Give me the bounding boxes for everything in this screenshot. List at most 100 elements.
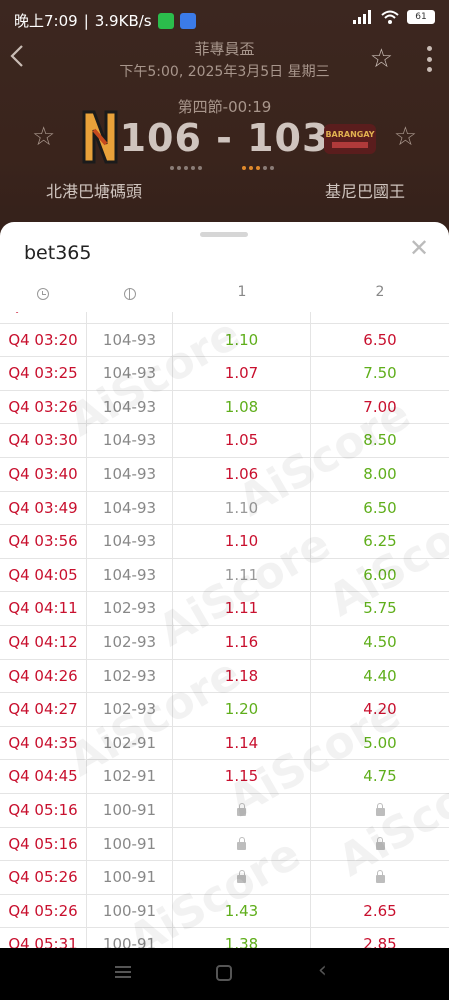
row-score: 100-91 <box>86 894 173 929</box>
more-options-icon[interactable] <box>425 46 433 72</box>
away-odds: 5.75 <box>363 599 397 618</box>
system-nav-bar: ‹ <box>0 948 449 1000</box>
row-time: Q4 04:26 <box>8 666 78 685</box>
lock-icon <box>173 861 311 895</box>
match-period: 第四節-00:19 <box>177 98 272 116</box>
row-score: 104-93 <box>86 390 173 425</box>
table-row[interactable]: Q4 04:12 102-93 1.16 4.50 <box>0 625 449 660</box>
table-row[interactable]: Q4 04:35 102-91 1.14 5.00 <box>0 726 449 761</box>
home-odds: 1.06 <box>173 457 311 492</box>
home-odds: 1.07 <box>173 312 311 324</box>
table-row[interactable]: Q4 03:30 104-93 1.05 8.50 <box>0 424 449 458</box>
row-score: 102-93 <box>86 625 173 660</box>
lock-icon <box>237 870 246 884</box>
row-time: Q4 04:27 <box>8 700 78 719</box>
away-odds: 6.00 <box>363 565 397 584</box>
table-row[interactable]: Q4 05:16 100-91 <box>0 827 449 862</box>
row-time: Q4 04:12 <box>8 632 78 651</box>
home-odds: 1.16 <box>173 625 311 660</box>
home-odds: 1.43 <box>173 894 311 929</box>
battery-icon: 61 <box>407 10 435 24</box>
signal-icon <box>353 10 371 24</box>
home-odds: 1.14 <box>173 726 311 761</box>
home-odds: 1.11 <box>173 558 311 593</box>
row-time: Q4 05:16 <box>8 800 78 819</box>
table-row[interactable]: Q4 04:27 102-93 1.20 4.20 <box>0 693 449 727</box>
league-title: 菲專員盃 <box>194 40 255 58</box>
away-odds: 8.50 <box>363 431 397 450</box>
lock-icon <box>375 836 385 850</box>
row-time: Q4 03:40 <box>8 464 78 483</box>
table-row[interactable]: Q4 03:25 104-93 1.07 7.50 <box>0 357 449 391</box>
basketball-icon <box>123 288 136 300</box>
away-odds: 4.75 <box>363 767 397 786</box>
lock-icon <box>311 828 449 862</box>
row-score: 102-91 <box>86 760 173 794</box>
home-team-name[interactable]: 北港巴塘碼頭 <box>46 178 142 202</box>
home-icon[interactable] <box>216 965 232 981</box>
away-odds: 6.50 <box>363 330 397 349</box>
lock-icon <box>237 802 246 816</box>
row-time: Q4 03:30 <box>8 431 78 450</box>
lock-icon <box>173 793 311 828</box>
table-row[interactable]: Q4 05:31 100-91 1.38 2.85 <box>0 928 449 948</box>
drag-handle[interactable] <box>200 232 248 237</box>
away-favorite-star-icon[interactable]: ☆ <box>394 122 417 152</box>
table-row[interactable]: Q4 05:16 100-91 <box>0 793 449 828</box>
recent-apps-icon[interactable] <box>115 966 131 978</box>
home-odds: 1.38 <box>173 928 311 948</box>
table-row[interactable]: Q4 03:26 104-93 1.08 7.00 <box>0 390 449 425</box>
away-odds: 8.00 <box>363 464 397 483</box>
row-score: 104-93 <box>86 457 173 492</box>
table-row[interactable]: Q4 04:05 104-93 1.11 6.00 <box>0 558 449 593</box>
clock-icon <box>37 288 49 300</box>
away-odds: 7.50 <box>311 312 449 324</box>
lock-icon <box>311 794 449 828</box>
away-odds: 4.50 <box>363 632 397 651</box>
table-row[interactable]: Q4 04:11 102-93 1.11 5.75 <box>0 592 449 626</box>
away-odds: 6.50 <box>363 498 397 517</box>
match-date: 下午5:00, 2025年3月5日 星期三 <box>119 64 330 80</box>
row-score: 102-91 <box>86 726 173 761</box>
row-time: Q4 04:05 <box>8 565 78 584</box>
row-time: Q4 03:20 <box>0 312 86 324</box>
row-score: 104-93 <box>86 357 173 391</box>
row-time: Q4 04:11 <box>8 599 78 618</box>
home-odds: 1.10 <box>173 491 311 526</box>
bookmaker-title: bet365 <box>24 242 92 264</box>
away-logo-text: BARANGAY <box>325 130 374 139</box>
table-row[interactable]: Q4 03:20 104-93 1.10 6.50 <box>0 323 449 358</box>
row-score: 104-93 <box>86 323 173 358</box>
home-odds: 1.10 <box>173 525 311 559</box>
away-odds: 5.00 <box>363 733 397 752</box>
odds-table[interactable]: Q4 03:20104-931.077.50Q4 03:20104-931.10… <box>0 312 449 948</box>
table-row[interactable]: Q4 04:26 102-93 1.18 4.40 <box>0 659 449 694</box>
row-score: 104-93 <box>86 424 173 458</box>
table-row[interactable]: Q4 03:49 104-93 1.10 6.50 <box>0 491 449 526</box>
row-time: Q4 05:26 <box>8 868 78 887</box>
away-odds: 4.20 <box>363 700 397 719</box>
table-row[interactable]: Q4 04:45 102-91 1.15 4.75 <box>0 760 449 794</box>
table-row[interactable]: Q4 05:26 100-91 <box>0 861 449 895</box>
table-row[interactable]: Q4 03:40 104-93 1.06 8.00 <box>0 457 449 492</box>
status-bar: 晚上7:09 | 3.9KB/s 61 <box>0 0 449 38</box>
row-time: Q4 05:31 <box>8 935 78 948</box>
lock-icon <box>311 861 449 895</box>
away-team-name[interactable]: 基尼巴國王 <box>325 178 405 202</box>
odds-table-header: 1 2 <box>0 284 449 306</box>
table-row[interactable]: Q4 03:20104-931.077.50 <box>0 312 449 324</box>
home-odds: 1.20 <box>173 693 311 727</box>
away-odds: 6.25 <box>363 532 397 551</box>
home-odds: 1.08 <box>173 390 311 425</box>
nav-back-icon[interactable]: ‹ <box>318 958 327 983</box>
favorite-star-icon[interactable]: ☆ <box>370 44 393 74</box>
close-icon[interactable]: ✕ <box>407 236 431 260</box>
table-row[interactable]: Q4 05:26 100-91 1.43 2.65 <box>0 894 449 929</box>
away-odds: 4.40 <box>363 666 397 685</box>
home-odds: 1.15 <box>173 760 311 794</box>
table-row[interactable]: Q4 03:56 104-93 1.10 6.25 <box>0 525 449 559</box>
row-score: 100-91 <box>86 827 173 862</box>
away-odds: 7.50 <box>363 364 397 383</box>
row-time: Q4 03:56 <box>8 532 78 551</box>
back-button[interactable] <box>10 44 36 74</box>
